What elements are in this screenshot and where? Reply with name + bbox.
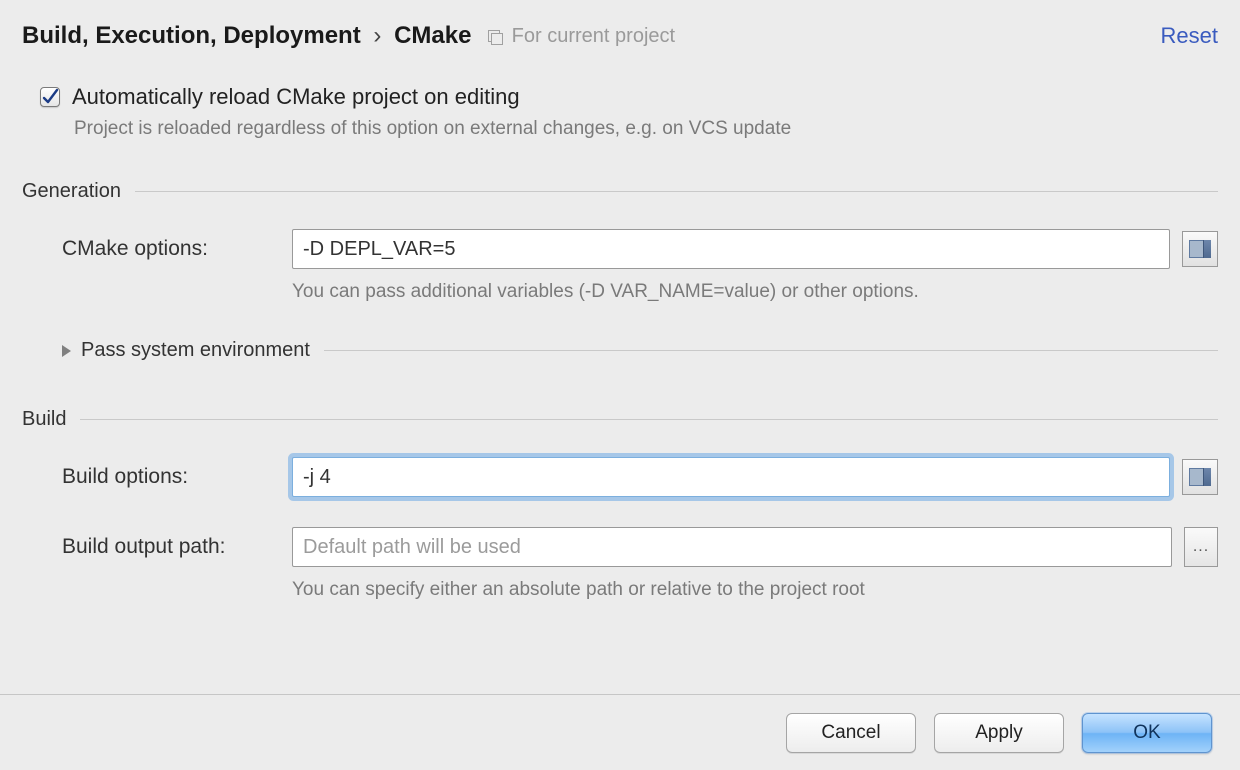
auto-reload-checkbox[interactable]: [40, 87, 60, 107]
checkmark-icon: [41, 88, 59, 106]
section-generation-header: Generation: [22, 180, 1218, 203]
reset-link[interactable]: Reset: [1161, 23, 1218, 49]
pass-system-env-disclosure[interactable]: Pass system environment: [62, 339, 1218, 362]
project-scope-icon: [488, 30, 502, 44]
build-output-path-input[interactable]: [292, 527, 1172, 567]
ok-button[interactable]: OK: [1082, 713, 1212, 753]
divider: [135, 191, 1218, 192]
breadcrumb-separator: ›: [373, 22, 381, 49]
cmake-options-row: CMake options:: [62, 229, 1218, 269]
build-output-path-label: Build output path:: [62, 535, 292, 559]
current-project-scope: For current project: [488, 25, 675, 47]
build-output-path-hint: You can specify either an absolute path …: [292, 579, 1218, 601]
apply-button[interactable]: Apply: [934, 713, 1064, 753]
pass-system-env-label: Pass system environment: [81, 339, 310, 362]
browse-output-path-button[interactable]: ...: [1184, 527, 1218, 567]
build-options-row: Build options:: [62, 457, 1218, 497]
auto-reload-block: Automatically reload CMake project on ed…: [40, 84, 1218, 140]
section-build-title: Build: [22, 408, 66, 431]
section-build-header: Build: [22, 408, 1218, 431]
cmake-options-label: CMake options:: [62, 237, 292, 261]
dialog-footer: Cancel Apply OK: [0, 694, 1240, 770]
expand-build-options-button[interactable]: [1182, 459, 1218, 495]
cmake-options-input[interactable]: [292, 229, 1170, 269]
header-row: Build, Execution, Deployment › CMake For…: [22, 22, 1218, 50]
auto-reload-label: Automatically reload CMake project on ed…: [72, 84, 520, 110]
current-project-label: For current project: [512, 25, 675, 47]
breadcrumb: Build, Execution, Deployment › CMake For…: [22, 22, 675, 50]
divider: [324, 350, 1218, 351]
auto-reload-description: Project is reloaded regardless of this o…: [74, 118, 1218, 140]
cancel-button[interactable]: Cancel: [786, 713, 916, 753]
breadcrumb-parent: Build, Execution, Deployment: [22, 22, 361, 49]
cmake-options-hint: You can pass additional variables (-D VA…: [292, 281, 1218, 303]
divider: [80, 419, 1218, 420]
build-options-input[interactable]: [292, 457, 1170, 497]
section-generation-title: Generation: [22, 180, 121, 203]
expand-cmake-options-button[interactable]: [1182, 231, 1218, 267]
build-output-path-row: Build output path: ...: [62, 527, 1218, 567]
expand-editor-icon: [1189, 468, 1211, 486]
breadcrumb-current: CMake: [394, 22, 471, 49]
expand-editor-icon: [1189, 240, 1211, 258]
chevron-right-icon: [62, 345, 71, 357]
build-options-label: Build options:: [62, 465, 292, 489]
